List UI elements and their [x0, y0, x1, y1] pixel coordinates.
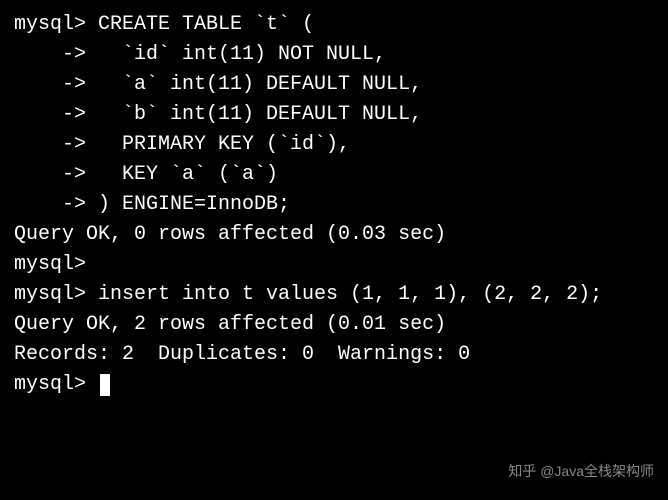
terminal-line: -> KEY `a` (`a`) [14, 160, 654, 190]
prompt-text: mysql> [14, 373, 98, 396]
terminal-line: mysql> CREATE TABLE `t` ( [14, 10, 654, 40]
terminal-line: -> `b` int(11) DEFAULT NULL, [14, 100, 654, 130]
terminal-line: -> PRIMARY KEY (`id`), [14, 130, 654, 160]
terminal-line: -> `a` int(11) DEFAULT NULL, [14, 70, 654, 100]
terminal-line: mysql> [14, 250, 654, 280]
terminal-line: mysql> insert into t values (1, 1, 1), (… [14, 280, 654, 310]
terminal-line: Records: 2 Duplicates: 0 Warnings: 0 [14, 340, 654, 370]
terminal-prompt-line[interactable]: mysql> [14, 370, 654, 400]
cursor-icon [100, 374, 110, 396]
terminal-line: -> `id` int(11) NOT NULL, [14, 40, 654, 70]
terminal-line: Query OK, 0 rows affected (0.03 sec) [14, 220, 654, 250]
terminal-line: Query OK, 2 rows affected (0.01 sec) [14, 310, 654, 340]
terminal-line: -> ) ENGINE=InnoDB; [14, 190, 654, 220]
terminal-output: mysql> CREATE TABLE `t` ( -> `id` int(11… [14, 10, 654, 400]
watermark-text: 知乎 @Java全栈架构师 [508, 461, 654, 482]
